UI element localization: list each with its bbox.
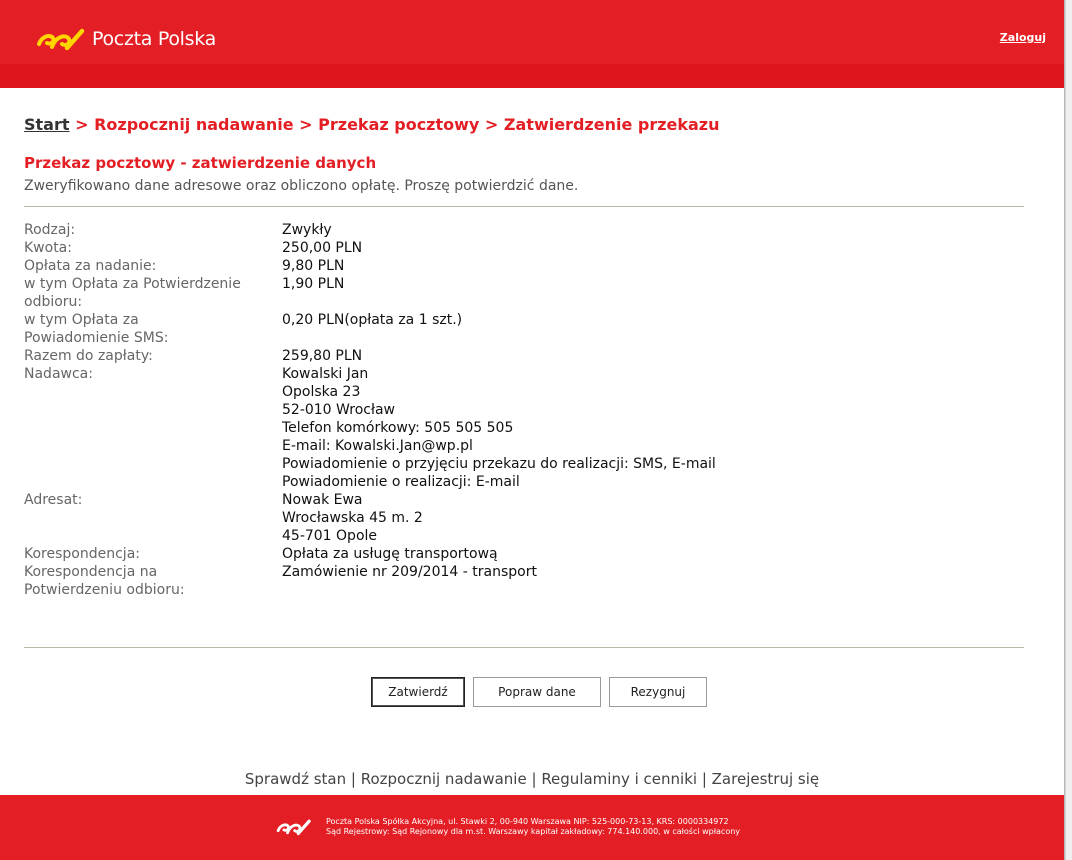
detail-value: 1,90 PLN [282, 275, 344, 311]
detail-row: Nadawca: Kowalski Jan Opolska 23 52-010 Wro… [24, 365, 1024, 491]
details-table: Rodzaj: Zwykły Kwota: 250,00 PLN Opłata za n… [24, 221, 1024, 599]
detail-label-line: Rodzaj: [24, 222, 76, 238]
divider-bottom [24, 647, 1024, 648]
post-horn-logo-icon [37, 28, 85, 51]
detail-value-line: Zwykły [282, 222, 332, 238]
detail-row: Adresat: Nowak Ewa Wrocławska 45 m. 2 45-70… [24, 491, 1024, 545]
detail-value-line: Opolska 23 [282, 384, 361, 400]
detail-value-line: 250,00 PLN [282, 240, 363, 256]
brand-logo[interactable]: Poczta Polska [36, 26, 216, 52]
action-buttons: Zatwierdź Popraw dane Rezygnuj [371, 677, 707, 707]
breadcrumb-trail: > Rozpocznij nadawanie > Przekaz pocztow… [69, 115, 720, 134]
detail-value: 250,00 PLN [282, 239, 362, 257]
detail-row: Opłata za nadanie: 9,80 PLN [24, 257, 1024, 275]
detail-label: Kwota: [24, 239, 282, 257]
cancel-button[interactable]: Rezygnuj [609, 677, 707, 707]
detail-row: Korespondencja: Opłata za usługę transpor… [24, 545, 1024, 563]
detail-label: w tym Opłata za Powiadomienie SMS: [24, 311, 282, 347]
header-subbar [0, 64, 1064, 88]
footer-bar: Poczta Polska Spółka Akcyjna, ul. Stawki… [0, 795, 1064, 860]
detail-value: Zamówienie nr 209/2014 - transport [282, 563, 537, 599]
footer-link[interactable]: Zarejestruj się [712, 770, 819, 788]
detail-row: Rodzaj: Zwykły [24, 221, 1024, 239]
detail-label-line: Razem do zapłaty: [24, 348, 153, 364]
detail-value-line: 259,80 PLN [282, 348, 363, 364]
detail-value: Nowak Ewa Wrocławska 45 m. 2 45-701 Opole [282, 491, 423, 545]
detail-label-line: Kwota: [24, 240, 72, 256]
detail-label: Korespondencja na Potwierdzeniu odbioru: [24, 563, 282, 599]
detail-value-line: Kowalski Jan [282, 366, 369, 382]
detail-value: 259,80 PLN [282, 347, 362, 365]
detail-value-line: Powiadomienie o realizacji: E-mail [282, 474, 520, 490]
footer-link-separator: | [346, 770, 361, 788]
detail-value-line: Nowak Ewa [282, 492, 363, 508]
footer-link[interactable]: Regulaminy i cenniki [541, 770, 697, 788]
detail-value-line: Powiadomienie o przyjęciu przekazu do re… [282, 456, 716, 472]
page-frame: Poczta Polska Zaloguj Start > Rozpocznij… [0, 0, 1065, 860]
detail-row: w tym Opłata za Potwierdzenie odbioru: 1,9… [24, 275, 1024, 311]
detail-label-line: Korespondencja: [24, 546, 140, 562]
detail-label-line: odbioru: [24, 294, 83, 310]
detail-value: Zwykły [282, 221, 332, 239]
detail-value: 0,20 PLN(opłata za 1 szt.) [282, 311, 462, 347]
footer-line-1: Poczta Polska Spółka Akcyjna, ul. Stawki… [326, 817, 729, 826]
edit-data-button[interactable]: Popraw dane [473, 677, 601, 707]
detail-value-line: Opłata za usługę transportową [282, 546, 498, 562]
detail-value: 9,80 PLN [282, 257, 344, 275]
footer-company-info: Poczta Polska Spółka Akcyjna, ul. Stawki… [326, 817, 740, 837]
detail-label: w tym Opłata za Potwierdzenie odbioru: [24, 275, 282, 311]
detail-label-line: Adresat: [24, 492, 83, 508]
vertical-scrollbar[interactable] [1065, 0, 1072, 860]
detail-label: Rodzaj: [24, 221, 282, 239]
detail-row: Razem do zapłaty: 259,80 PLN [24, 347, 1024, 365]
divider-top [24, 206, 1024, 207]
footer-links: Sprawdź stan | Rozpocznij nadawanie | Re… [0, 770, 1064, 788]
detail-value: Opłata za usługę transportową [282, 545, 498, 563]
detail-label: Adresat: [24, 491, 282, 545]
brand-name: Poczta Polska [92, 28, 216, 50]
detail-value-line: Telefon komórkowy: 505 505 505 [282, 420, 514, 436]
detail-value-line: Wrocławska 45 m. 2 [282, 510, 423, 526]
detail-row: w tym Opłata za Powiadomienie SMS: 0,20 PL… [24, 311, 1024, 347]
detail-value-line: E-mail: Kowalski.Jan@wp.pl [282, 438, 473, 454]
post-horn-footer-icon [276, 819, 311, 836]
footer-line-2: Sąd Rejestrowy: Sąd Rejonowy dla m.st. W… [326, 827, 741, 836]
detail-label-line: Potwierdzeniu odbioru: [24, 582, 185, 598]
footer-link-separator: | [526, 770, 542, 788]
footer-link[interactable]: Sprawdź stan [245, 770, 346, 788]
detail-label-line: Korespondencja na [24, 564, 158, 580]
header-bar: Poczta Polska Zaloguj [0, 0, 1064, 88]
detail-value-line: 1,90 PLN [282, 276, 345, 292]
detail-label-line: w tym Opłata za [24, 312, 139, 328]
detail-value: Kowalski Jan Opolska 23 52-010 Wrocław Tele… [282, 365, 716, 491]
confirm-button[interactable]: Zatwierdź [371, 677, 465, 707]
detail-label: Korespondencja: [24, 545, 282, 563]
detail-label-line: Opłata za nadanie: [24, 258, 157, 274]
footer-link[interactable]: Rozpocznij nadawanie [361, 770, 527, 788]
detail-value-line: 9,80 PLN [282, 258, 345, 274]
detail-value-line: 52-010 Wrocław [282, 402, 395, 418]
breadcrumb: Start > Rozpocznij nadawanie > Przekaz p… [24, 115, 720, 134]
breadcrumb-start-link[interactable]: Start [24, 115, 70, 134]
detail-value-line: 45-701 Opole [282, 528, 378, 544]
detail-label: Opłata za nadanie: [24, 257, 282, 275]
detail-label: Nadawca: [24, 365, 282, 491]
detail-value-line: 0,20 PLN(opłata za 1 szt.) [282, 312, 463, 328]
detail-row: Kwota: 250,00 PLN [24, 239, 1024, 257]
detail-row: Korespondencja na Potwierdzeniu odbioru: Z… [24, 563, 1024, 599]
page-title: Przekaz pocztowy - zatwierdzenie danych [24, 154, 377, 172]
page-subtitle: Zweryfikowano dane adresowe oraz obliczo… [24, 178, 579, 194]
login-link[interactable]: Zaloguj [1000, 31, 1046, 44]
detail-label-line: Nadawca: [24, 366, 93, 382]
detail-label-line: Powiadomienie SMS: [24, 330, 169, 346]
detail-label: Razem do zapłaty: [24, 347, 282, 365]
footer-link-separator: | [697, 770, 712, 788]
detail-value-line: Zamówienie nr 209/2014 - transport [282, 564, 537, 580]
detail-label-line: w tym Opłata za Potwierdzenie [24, 276, 241, 292]
